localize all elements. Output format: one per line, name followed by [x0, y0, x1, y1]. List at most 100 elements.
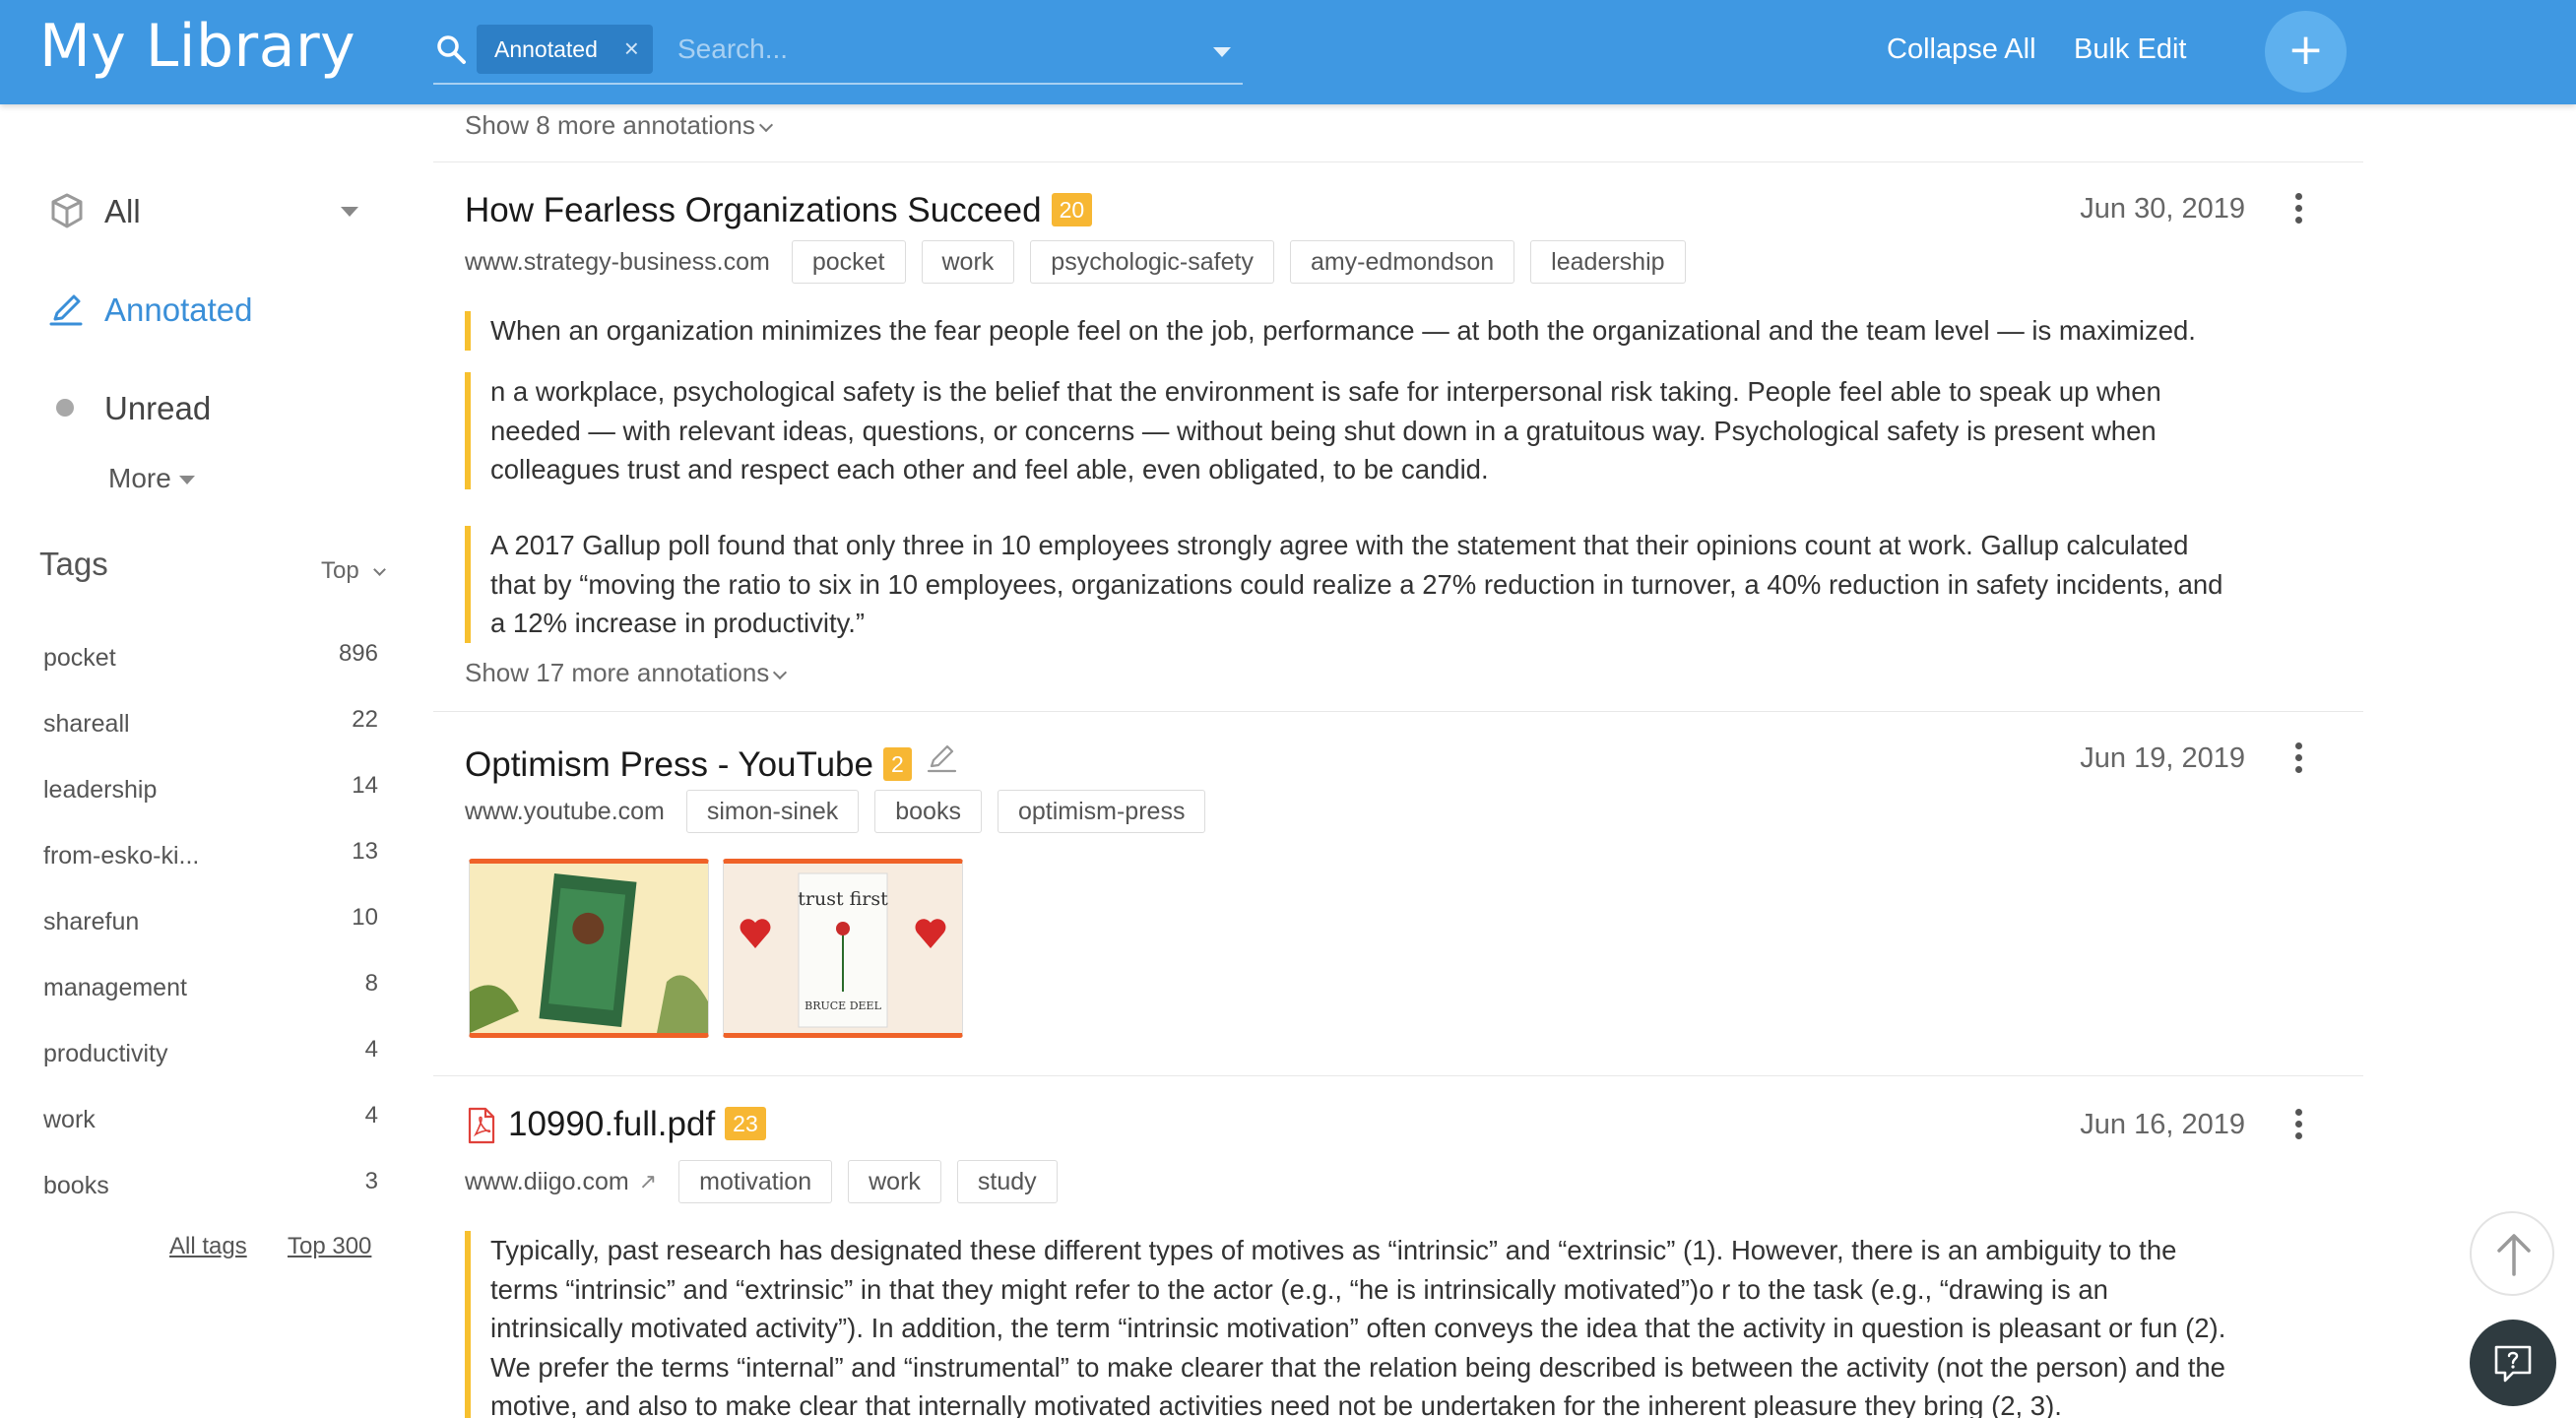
- arrow-up-icon: [2497, 1234, 2531, 1276]
- more-options-icon[interactable]: [2292, 742, 2304, 778]
- tags-sort-label: Top: [321, 557, 359, 584]
- chevron-down-icon: [373, 563, 387, 576]
- sidebar-item-annotated[interactable]: Annotated: [47, 284, 372, 339]
- tag-name: books: [43, 1172, 109, 1199]
- tag-name: sharefun: [43, 908, 140, 935]
- tag-name: leadership: [43, 776, 158, 804]
- annotation-count-badge: 23: [725, 1107, 766, 1140]
- collapse-all-button[interactable]: Collapse All: [1887, 33, 2036, 66]
- more-options-icon[interactable]: [2292, 1109, 2304, 1144]
- divider: [433, 1075, 2363, 1076]
- more-button[interactable]: More: [108, 463, 195, 494]
- tag-count: 22: [352, 706, 378, 733]
- external-link-icon[interactable]: ↗: [639, 1169, 657, 1194]
- tag-count: 13: [352, 838, 378, 865]
- sidebar-item-label: All: [104, 193, 141, 229]
- more-options-icon[interactable]: [2292, 193, 2304, 228]
- annotation-count-badge: 20: [1051, 193, 1093, 226]
- add-button[interactable]: +: [2265, 11, 2347, 93]
- filter-chip-label: Annotated: [494, 36, 598, 62]
- show-more-annotations-button[interactable]: Show 8 more annotations: [465, 110, 773, 141]
- thumbnail-book-cover[interactable]: trust first BRUCE DEEL: [723, 859, 963, 1038]
- tag-pill[interactable]: amy-edmondson: [1289, 240, 1515, 284]
- bookmark-domain[interactable]: www.youtube.com: [465, 798, 665, 826]
- annotation-count-badge: 2: [882, 747, 912, 781]
- tag-pill[interactable]: pocket: [791, 240, 906, 284]
- tag-item[interactable]: leadership 14: [43, 758, 378, 824]
- sidebar-item-all[interactable]: All: [47, 185, 372, 240]
- tag-list: pocket 896 shareall 22 leadership 14 from-e…: [43, 626, 378, 1220]
- tag-pill[interactable]: work: [848, 1160, 941, 1203]
- show-more-label: Show 8 more annotations: [465, 110, 755, 140]
- tag-item[interactable]: sharefun 10: [43, 890, 378, 956]
- show-more-annotations-button[interactable]: Show 17 more annotations: [465, 658, 788, 688]
- scroll-to-top-button[interactable]: [2470, 1211, 2554, 1296]
- annotation-highlight: A 2017 Gallup poll found that only three…: [465, 526, 2237, 643]
- tag-name: shareall: [43, 710, 130, 738]
- search-bar[interactable]: Annotated ×: [433, 18, 1243, 85]
- all-tags-link[interactable]: All tags: [169, 1233, 247, 1260]
- tags-heading: Tags: [39, 546, 108, 582]
- bookmark-title-text: How Fearless Organizations Succeed: [465, 191, 1042, 229]
- edit-pencil-icon[interactable]: [926, 741, 959, 774]
- tag-pill[interactable]: study: [956, 1160, 1058, 1203]
- tag-pill[interactable]: simon-sinek: [685, 790, 860, 833]
- cube-icon: [51, 193, 83, 228]
- bookmark-domain[interactable]: www.diigo.com: [465, 1168, 629, 1196]
- tag-pill[interactable]: motivation: [678, 1160, 833, 1203]
- bookmark-title[interactable]: Optimism Press - YouTube 2: [465, 741, 959, 785]
- tag-name: productivity: [43, 1040, 168, 1067]
- tag-name: pocket: [43, 644, 116, 672]
- tag-pill[interactable]: books: [874, 790, 982, 833]
- tag-pill[interactable]: leadership: [1530, 240, 1686, 284]
- annotation-highlight: When an organization minimizes the fear …: [465, 311, 2237, 351]
- bookmark-date: Jun 19, 2019: [2080, 742, 2245, 774]
- tag-item[interactable]: from-esko-ki... 13: [43, 824, 378, 890]
- search-icon: [437, 35, 466, 64]
- book-cover-image: [470, 864, 708, 1033]
- bookmark-meta: www.diigo.com ↗ motivation work study: [465, 1160, 1073, 1203]
- thumbnail-book-cover[interactable]: [469, 859, 709, 1038]
- divider: [433, 711, 2363, 712]
- tag-pill[interactable]: work: [921, 240, 1015, 284]
- bulk-edit-button[interactable]: Bulk Edit: [2074, 33, 2186, 66]
- tag-item[interactable]: shareall 22: [43, 692, 378, 758]
- close-icon[interactable]: ×: [624, 25, 639, 72]
- image-thumbnails: trust first BRUCE DEEL: [469, 859, 963, 1038]
- chevron-down-icon[interactable]: [341, 207, 358, 217]
- tag-pill[interactable]: optimism-press: [997, 790, 1206, 833]
- more-label: More: [108, 463, 171, 493]
- divider: [433, 161, 2363, 162]
- chat-help-icon: [2494, 1345, 2532, 1383]
- tag-count: 14: [352, 772, 378, 799]
- tag-name: from-esko-ki...: [43, 842, 200, 870]
- chevron-down-icon[interactable]: [1213, 47, 1231, 57]
- sidebar-item-unread[interactable]: Unread: [47, 382, 372, 437]
- annotation-highlight: n a workplace, psychological safety is t…: [465, 372, 2237, 489]
- tags-sort-dropdown[interactable]: Top: [321, 557, 387, 585]
- pdf-icon: [468, 1107, 495, 1144]
- tag-item[interactable]: pocket 896: [43, 626, 378, 692]
- tag-count: 896: [338, 640, 378, 667]
- bookmark-domain[interactable]: www.strategy-business.com: [465, 248, 770, 277]
- bookmark-meta: www.strategy-business.com pocket work ps…: [465, 240, 1702, 284]
- tag-count: 4: [364, 1102, 378, 1128]
- tag-item[interactable]: productivity 4: [43, 1022, 378, 1088]
- tag-count: 3: [364, 1168, 378, 1194]
- tag-item[interactable]: work 4: [43, 1088, 378, 1154]
- tag-name: management: [43, 974, 187, 1001]
- tag-count: 4: [364, 1036, 378, 1063]
- sidebar: All Annotated Unread More Tags Top pocke…: [0, 104, 414, 1418]
- bookmark-title[interactable]: 10990.full.pdf 23: [508, 1105, 766, 1144]
- show-more-label: Show 17 more annotations: [465, 658, 770, 687]
- help-chat-button[interactable]: [2470, 1320, 2556, 1406]
- svg-text:BRUCE DEEL: BRUCE DEEL: [805, 999, 881, 1012]
- tag-item[interactable]: books 3: [43, 1154, 378, 1220]
- chevron-down-icon: [178, 476, 195, 485]
- top-300-link[interactable]: Top 300: [288, 1233, 371, 1260]
- tag-pill[interactable]: psychologic-safety: [1030, 240, 1274, 284]
- tag-item[interactable]: management 8: [43, 956, 378, 1022]
- chevron-down-icon: [758, 117, 773, 133]
- bookmark-title[interactable]: How Fearless Organizations Succeed 20: [465, 191, 1093, 230]
- search-input[interactable]: [677, 26, 1190, 73]
